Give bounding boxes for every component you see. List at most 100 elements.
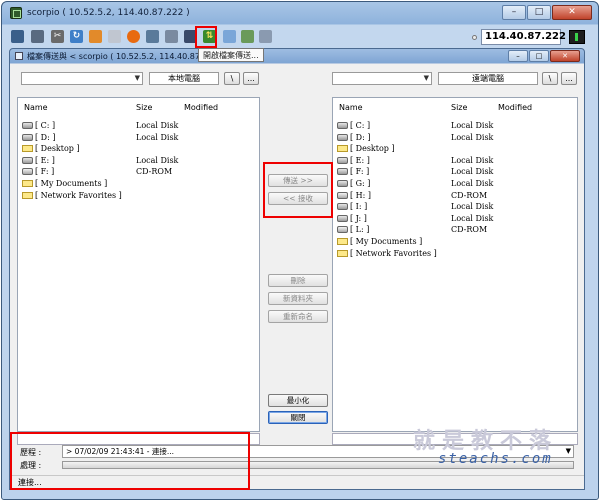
ft-minimize-button[interactable]: –: [508, 50, 528, 62]
ft-close-button[interactable]: ✕: [550, 50, 580, 62]
list-item[interactable]: [ D: ] Local Disk: [18, 132, 259, 144]
list-item[interactable]: [ F: ] Local Disk: [333, 166, 577, 178]
drive-icon: [337, 214, 348, 222]
item-name: [ I: ]: [350, 202, 368, 212]
list-item[interactable]: [ E: ] Local Disk: [333, 155, 577, 167]
host-address-field[interactable]: 114.40.87.222: [481, 29, 566, 45]
remote-browse-button[interactable]: ...: [561, 72, 577, 85]
close-button[interactable]: ✕: [552, 5, 592, 20]
list-item[interactable]: [ H: ] CD-ROM: [333, 190, 577, 202]
column-size[interactable]: Size: [451, 103, 467, 112]
new-folder-button[interactable]: 新資料夾: [268, 292, 328, 305]
highlight-file-transfer: [195, 26, 217, 48]
remote-file-list[interactable]: Name Size Modified [ C: ] Local Disk [ D: …: [332, 97, 578, 432]
delete-button[interactable]: 刪除: [268, 274, 328, 287]
item-name: [ C: ]: [350, 121, 371, 130]
viewer-title-bar[interactable]: scorpio ( 10.52.5.2, 114.40.87.222 ) – □…: [2, 2, 598, 24]
item-size: CD-ROM: [136, 167, 173, 177]
tools-icon[interactable]: ✂: [51, 30, 64, 43]
column-size[interactable]: Size: [136, 103, 152, 112]
list-item[interactable]: [ My Documents ]: [18, 178, 259, 190]
item-size: Local Disk: [451, 121, 494, 130]
maximize-button[interactable]: □: [527, 5, 551, 20]
list-item[interactable]: [ F: ] CD-ROM: [18, 166, 259, 178]
clipboard-icon[interactable]: [108, 30, 121, 43]
chevron-down-icon: ▼: [565, 447, 571, 455]
list-item[interactable]: [ C: ] Local Disk: [333, 120, 577, 132]
item-size: Local Disk: [451, 179, 494, 188]
remote-path-field[interactable]: 遠端電腦: [438, 72, 538, 85]
list-item[interactable]: [ E: ] Local Disk: [18, 155, 259, 167]
list-item[interactable]: [ My Documents ]: [333, 236, 577, 248]
local-drive-combo[interactable]: ▼: [21, 72, 143, 85]
list-item[interactable]: [ G: ] Local Disk: [333, 178, 577, 190]
copy-icon[interactable]: [259, 30, 272, 43]
folder-icon: [337, 145, 348, 153]
close-window-button[interactable]: 關閉: [268, 411, 328, 424]
drive-icon: [337, 168, 348, 176]
chat-icon[interactable]: [223, 30, 236, 43]
ctrl-alt-del-icon[interactable]: [89, 30, 102, 43]
stop-icon[interactable]: [127, 30, 140, 43]
item-name: [ Network Favorites ]: [350, 248, 437, 258]
list-item[interactable]: [ Network Favorites ]: [333, 248, 577, 260]
item-name: [ My Documents ]: [35, 179, 108, 188]
list-item[interactable]: [ D: ] Local Disk: [333, 132, 577, 144]
item-name: [ D: ]: [35, 132, 56, 142]
local-browse-button[interactable]: ...: [243, 72, 259, 85]
item-size: CD-ROM: [451, 190, 488, 200]
column-modified[interactable]: Modified: [184, 103, 218, 112]
folder-icon: [22, 191, 33, 199]
tooltip: 開啟檔案傳送...: [198, 48, 264, 62]
item-size: Local Disk: [136, 132, 179, 142]
minimize-button[interactable]: –: [502, 5, 526, 20]
item-name: [ Desktop ]: [350, 144, 395, 154]
item-name: [ Desktop ]: [35, 144, 80, 154]
item-name: [ F: ]: [350, 167, 370, 177]
list-item[interactable]: [ C: ] Local Disk: [18, 120, 259, 132]
column-name[interactable]: Name: [24, 103, 48, 112]
local-up-button[interactable]: \: [224, 72, 240, 85]
list-item[interactable]: [ L: ] CD-ROM: [333, 224, 577, 236]
item-name: [ My Documents ]: [350, 237, 423, 246]
chevron-down-icon: ▼: [134, 74, 140, 82]
image-icon[interactable]: [241, 30, 254, 43]
options-icon[interactable]: [31, 30, 44, 43]
rename-button[interactable]: 重新命名: [268, 310, 328, 323]
list-item[interactable]: [ Desktop ]: [18, 143, 259, 155]
screen-icon[interactable]: [11, 30, 24, 43]
fullscreen-icon[interactable]: [165, 30, 178, 43]
remote-drive-combo[interactable]: ▼: [332, 72, 432, 85]
list-item[interactable]: [ J: ] Local Disk: [333, 213, 577, 225]
remote-status-strip: [332, 433, 578, 445]
drive-icon: [337, 133, 348, 141]
list-item[interactable]: [ Desktop ]: [333, 143, 577, 155]
connection-status-icon: [569, 30, 585, 44]
minimize-window-button[interactable]: 最小化: [268, 394, 328, 407]
drive-icon: [337, 180, 348, 187]
item-name: [ C: ]: [35, 121, 56, 130]
drive-icon: [337, 156, 348, 164]
ft-maximize-button[interactable]: □: [529, 50, 549, 62]
local-file-list[interactable]: Name Size Modified [ C: ] Local Disk[ D: …: [17, 97, 260, 432]
list-item[interactable]: [ I: ] Local Disk: [333, 201, 577, 213]
item-size: Local Disk: [451, 155, 494, 165]
window-title: scorpio ( 10.52.5.2, 114.40.87.222 ): [27, 8, 190, 18]
app-icon: [10, 7, 22, 19]
local-path-field[interactable]: 本地電腦: [149, 72, 219, 85]
folder-icon: [22, 180, 33, 187]
drive-icon: [22, 156, 33, 164]
column-modified[interactable]: Modified: [498, 103, 532, 112]
item-name: [ F: ]: [35, 167, 55, 177]
item-name: [ D: ]: [350, 132, 371, 142]
remote-up-button[interactable]: \: [542, 72, 558, 85]
list-item[interactable]: [ Network Favorites ]: [18, 190, 259, 202]
item-name: [ J: ]: [350, 213, 367, 223]
refresh-icon[interactable]: ↻: [70, 30, 83, 43]
column-name[interactable]: Name: [339, 103, 363, 112]
item-name: [ G: ]: [350, 179, 371, 188]
item-name: [ Network Favorites ]: [35, 190, 122, 200]
send-keys-icon[interactable]: [146, 30, 159, 43]
folder-icon: [337, 249, 348, 257]
file-transfer-window-icon: [15, 52, 23, 60]
